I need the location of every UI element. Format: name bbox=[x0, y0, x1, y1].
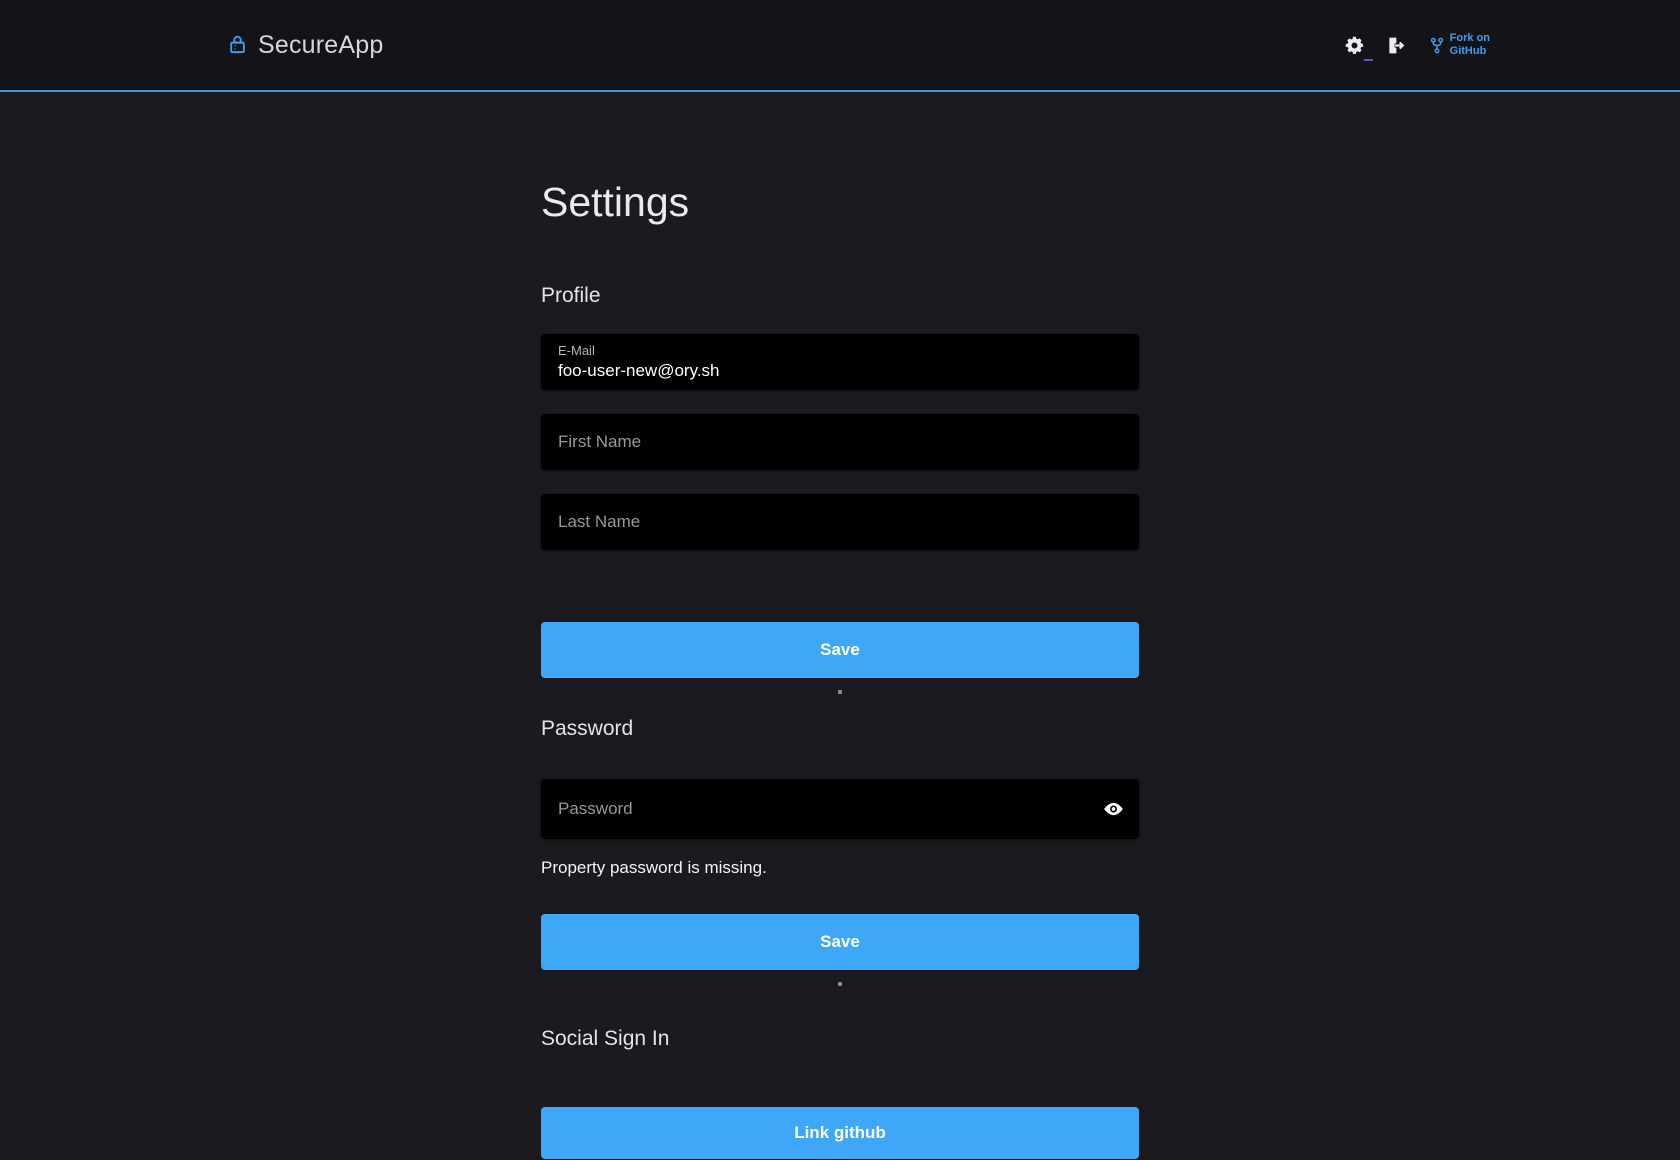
first-name-input[interactable] bbox=[541, 414, 1139, 470]
git-fork-icon bbox=[1429, 36, 1445, 55]
password-error-message: Property password is missing. bbox=[541, 857, 1139, 878]
logout-button[interactable] bbox=[1384, 33, 1408, 57]
cursor-dash bbox=[1364, 59, 1373, 61]
brand: SecureApp bbox=[228, 31, 384, 60]
save-password-button[interactable]: Save bbox=[541, 914, 1139, 970]
toggle-password-visibility-button[interactable] bbox=[1102, 798, 1125, 821]
profile-loader-dot bbox=[838, 690, 842, 694]
last-name-input[interactable] bbox=[541, 494, 1139, 550]
save-profile-button[interactable]: Save bbox=[541, 622, 1139, 678]
gear-icon bbox=[1344, 35, 1365, 56]
password-loader-dot bbox=[838, 982, 842, 986]
fork-on-github-link[interactable]: Fork on GitHub bbox=[1429, 32, 1490, 58]
lock-icon bbox=[228, 33, 247, 57]
eye-icon bbox=[1102, 798, 1125, 821]
fork-link-line2: GitHub bbox=[1450, 45, 1490, 58]
header-actions: Fork on GitHub bbox=[1343, 32, 1490, 58]
logout-door-icon bbox=[1385, 35, 1406, 56]
email-field-box: E-Mail bbox=[541, 334, 1139, 390]
email-label: E-Mail bbox=[558, 343, 1122, 358]
email-input[interactable] bbox=[558, 361, 1122, 381]
password-heading: Password bbox=[541, 716, 1139, 741]
page-title: Settings bbox=[541, 178, 1139, 227]
app-title: SecureApp bbox=[258, 31, 384, 60]
password-input[interactable] bbox=[541, 779, 1139, 839]
settings-page: Settings Profile E-Mail Save Password Pr… bbox=[541, 92, 1139, 1159]
app-header: SecureApp bbox=[0, 0, 1680, 92]
profile-heading: Profile bbox=[541, 283, 1139, 308]
link-github-button[interactable]: Link github bbox=[541, 1107, 1139, 1159]
social-sign-in-heading: Social Sign In bbox=[541, 1026, 1139, 1051]
settings-button[interactable] bbox=[1343, 33, 1367, 57]
fork-link-line1: Fork on bbox=[1450, 32, 1490, 45]
password-field-box bbox=[541, 779, 1139, 839]
